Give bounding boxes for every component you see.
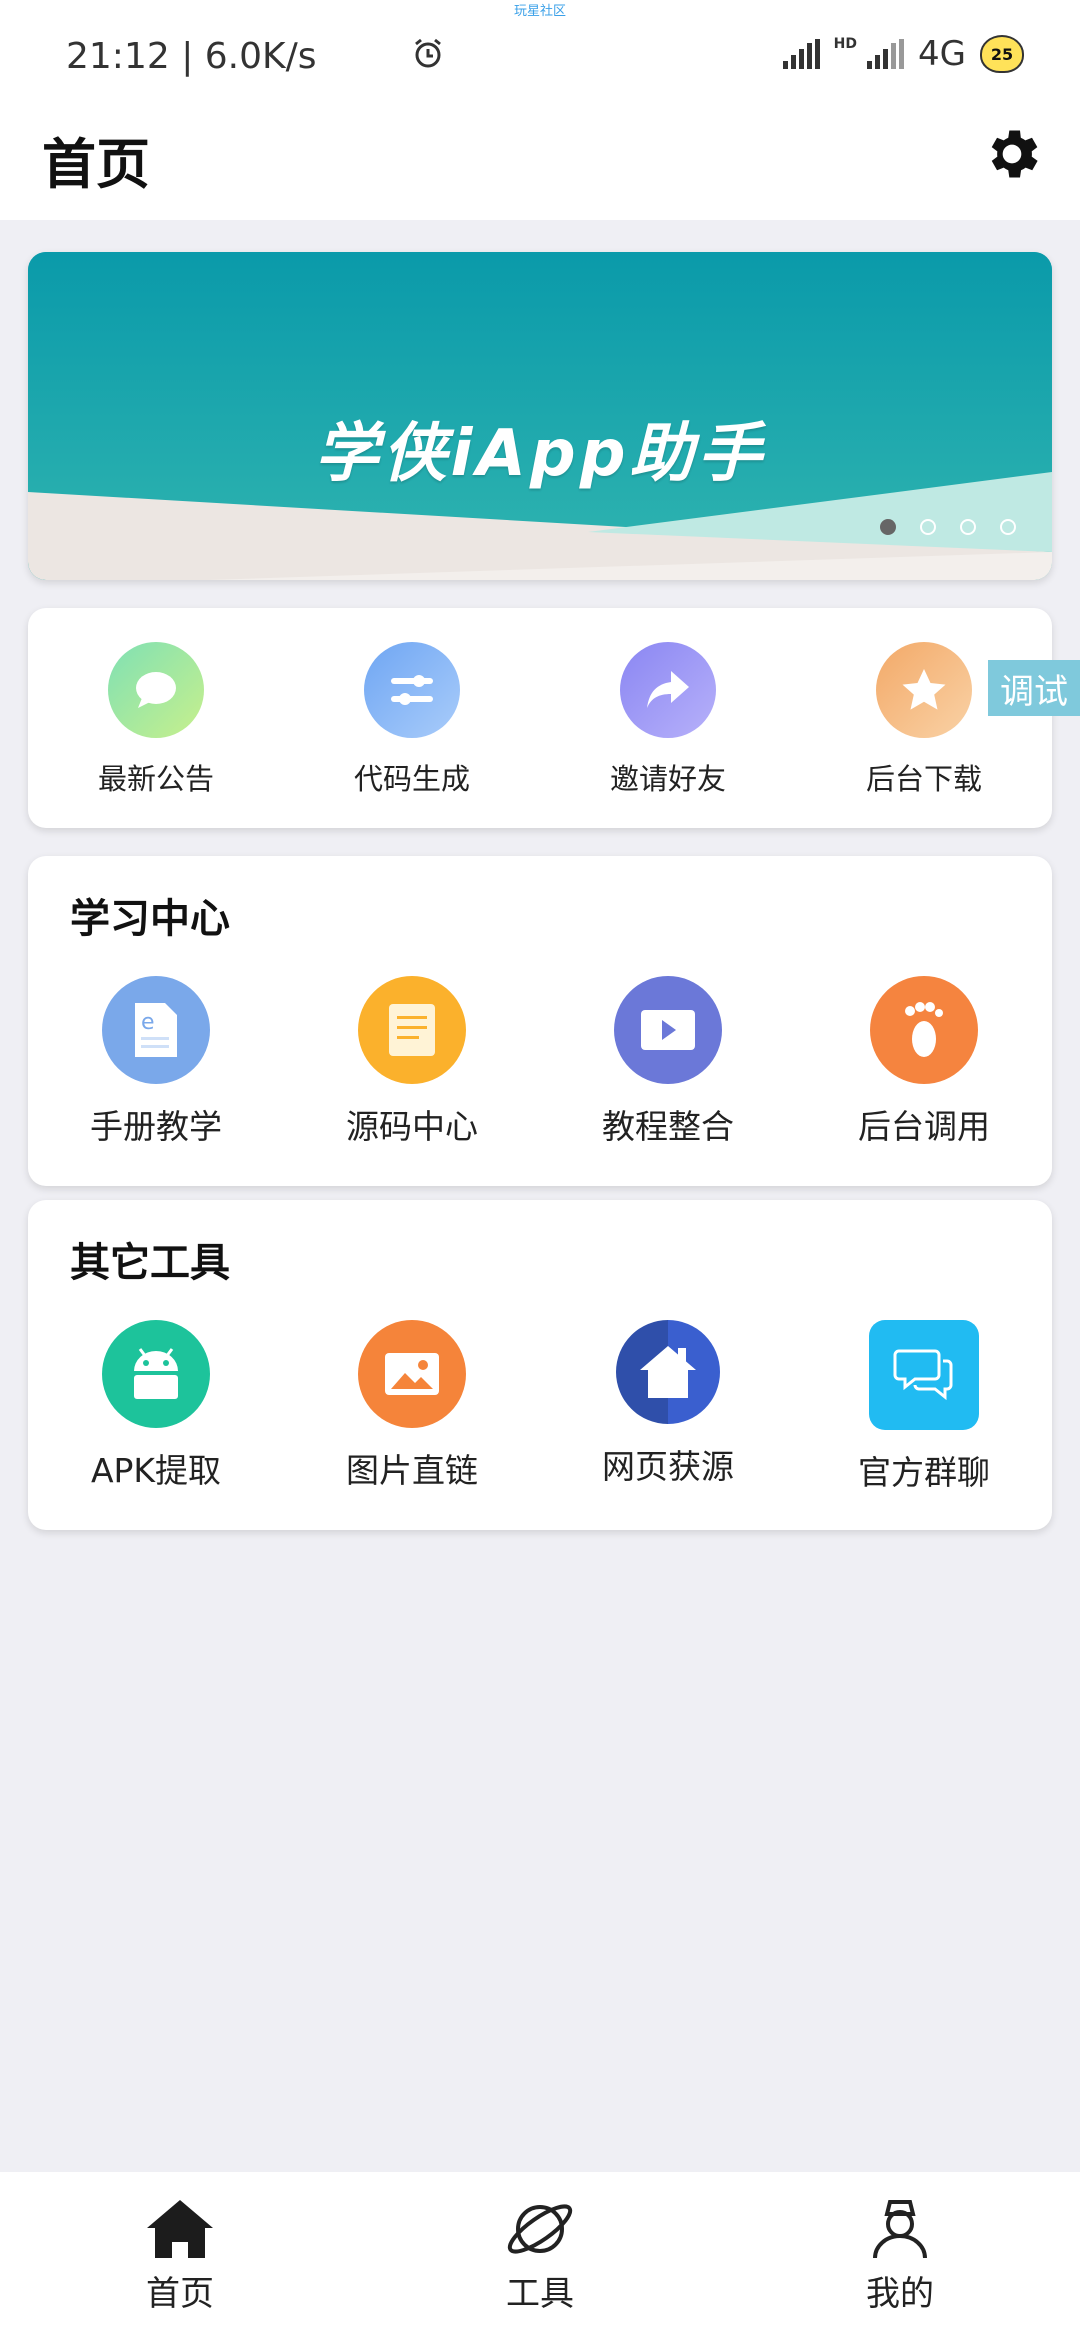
- learning-center-card: 学习中心 e 手册教学 源码中心 教程整合 后台调用: [28, 856, 1052, 1186]
- shortcut-codegen[interactable]: 代码生成: [284, 642, 540, 798]
- top-bar: 玩星社区 21:12 | 6.0K/s HD 4G 25 首页: [0, 0, 1080, 220]
- tool-image-link[interactable]: 图片直链: [284, 1320, 540, 1494]
- tool-label: 图片直链: [346, 1451, 478, 1490]
- hd-label: HD: [833, 36, 858, 52]
- shortcut-label: 最新公告: [97, 762, 214, 796]
- battery-icon: 25: [980, 35, 1024, 73]
- learning-label: 源码中心: [346, 1107, 478, 1146]
- debug-button[interactable]: 调试: [988, 660, 1080, 716]
- signal-icon: [782, 39, 820, 69]
- carousel-indicator: [880, 519, 1016, 535]
- chat-bubble-icon: [108, 642, 204, 738]
- tool-label: 网页获源: [602, 1447, 734, 1486]
- tool-apk-extract[interactable]: APK提取: [28, 1320, 284, 1494]
- shortcut-announcement[interactable]: 最新公告: [28, 642, 284, 798]
- tool-web-source[interactable]: 网页获源: [540, 1320, 796, 1494]
- carousel-dot[interactable]: [880, 519, 896, 535]
- sliders-icon: [364, 642, 460, 738]
- shortcut-invite[interactable]: 邀请好友: [540, 642, 796, 798]
- page-title: 首页: [42, 133, 150, 196]
- signal-icon-2: [867, 39, 905, 69]
- tool-label: APK提取: [90, 1451, 222, 1490]
- footprint-icon: [870, 976, 978, 1084]
- nav-label: 工具: [506, 2274, 574, 2314]
- learning-manual[interactable]: e 手册教学: [28, 976, 284, 1148]
- notes-icon: [358, 976, 466, 1084]
- shortcut-label: 代码生成: [353, 762, 470, 796]
- status-icons: HD 4G 25: [414, 34, 1024, 74]
- nav-label: 我的: [866, 2274, 934, 2314]
- image-icon: [358, 1320, 466, 1428]
- watermark: 玩星社区: [513, 4, 566, 19]
- planet-icon: [507, 2204, 573, 2254]
- home-icon: [616, 1320, 720, 1424]
- carousel-dot[interactable]: [1000, 519, 1016, 535]
- nav-mine[interactable]: 我的: [720, 2172, 1080, 2340]
- learning-source[interactable]: 源码中心: [284, 976, 540, 1148]
- section-title: 学习中心: [70, 896, 230, 942]
- learning-tutorial[interactable]: 教程整合: [540, 976, 796, 1148]
- status-time: 21:12 | 6.0K/s: [66, 36, 317, 77]
- tool-label: 官方群聊: [858, 1453, 990, 1492]
- other-tools-card: 其它工具 APK提取 图片直链 网页获源 官方群聊: [28, 1200, 1052, 1530]
- carousel-dot[interactable]: [960, 519, 976, 535]
- alarm-icon: [411, 36, 445, 74]
- shortcut-label: 后台下载: [865, 762, 982, 796]
- android-icon: [102, 1320, 210, 1428]
- learning-label: 手册教学: [90, 1107, 222, 1146]
- learning-label: 教程整合: [602, 1107, 734, 1146]
- nav-home[interactable]: 首页: [0, 2172, 360, 2340]
- tool-official-group[interactable]: 官方群聊: [796, 1320, 1052, 1494]
- nav-tools[interactable]: 工具: [360, 2172, 720, 2340]
- nav-label: 首页: [146, 2274, 214, 2314]
- banner-carousel[interactable]: 学侠iApp助手: [28, 252, 1052, 580]
- learning-backend[interactable]: 后台调用: [796, 976, 1052, 1148]
- shortcut-card: 最新公告 代码生成 邀请好友 后台下载: [28, 608, 1052, 828]
- home-icon: [147, 2200, 213, 2258]
- shortcut-label: 邀请好友: [609, 762, 726, 796]
- star-icon: [876, 642, 972, 738]
- settings-gear-icon[interactable]: [980, 122, 1044, 186]
- carousel-dot[interactable]: [920, 519, 936, 535]
- document-icon: e: [102, 976, 210, 1084]
- chat-icon: [869, 1320, 979, 1430]
- user-icon: [873, 2200, 927, 2259]
- video-play-icon: [614, 976, 722, 1084]
- share-arrow-icon: [620, 642, 716, 738]
- section-title: 其它工具: [70, 1240, 230, 1286]
- learning-label: 后台调用: [858, 1107, 990, 1146]
- network-type: 4G: [918, 34, 966, 74]
- bottom-nav: 首页 工具 我的: [0, 2172, 1080, 2340]
- banner-title: 学侠iApp助手: [314, 417, 766, 491]
- svg-text:e: e: [141, 1010, 155, 1035]
